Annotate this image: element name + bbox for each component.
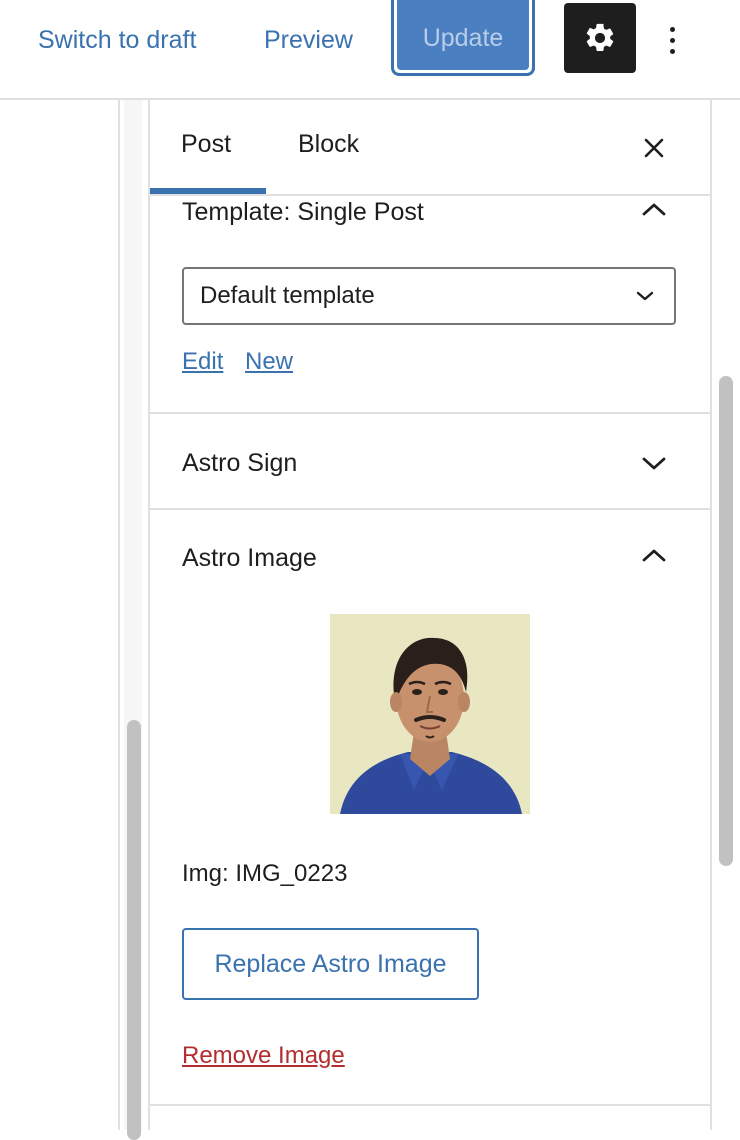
tab-post[interactable]: Post [181, 130, 231, 159]
panel-divider [150, 412, 710, 414]
editor-header-toolbar: Switch to draft Preview Update [0, 0, 740, 100]
active-tab-indicator [150, 188, 266, 194]
sidebar-tabs: Post Block [150, 100, 710, 196]
update-button[interactable]: Update [391, 0, 535, 76]
settings-sidebar: Post Block Template: Single Post Default… [150, 100, 710, 1130]
preview-button[interactable]: Preview [264, 22, 353, 58]
astro-image-panel-toggle[interactable] [639, 540, 669, 570]
template-panel-title[interactable]: Template: Single Post [182, 198, 424, 227]
close-sidebar-button[interactable] [636, 130, 672, 166]
panel-divider [150, 508, 710, 510]
astro-image-preview [330, 614, 530, 814]
template-select-value: Default template [200, 282, 375, 309]
astro-sign-panel-toggle[interactable] [639, 448, 669, 478]
edit-template-link[interactable]: Edit [182, 348, 223, 376]
template-select-chevron [630, 281, 660, 311]
template-select[interactable]: Default template [182, 267, 676, 325]
close-icon [644, 138, 664, 158]
chevron-down-icon [642, 457, 666, 470]
chevron-up-icon [642, 549, 666, 562]
chevron-up-icon [642, 203, 666, 216]
replace-astro-image-button[interactable]: Replace Astro Image [182, 928, 479, 1000]
switch-to-draft-button[interactable]: Switch to draft [38, 22, 196, 58]
remove-image-link[interactable]: Remove Image [182, 1042, 345, 1070]
divider [118, 100, 120, 1130]
kebab-dot [669, 48, 675, 54]
chevron-down-icon [636, 291, 654, 301]
tab-block[interactable]: Block [298, 130, 359, 159]
astro-image-filename: Img: IMG_0223 [182, 860, 348, 887]
new-template-link[interactable]: New [245, 348, 293, 376]
kebab-dot [669, 37, 675, 43]
editor-canvas [0, 100, 118, 1130]
sidebar-scrollbar-thumb[interactable] [719, 376, 733, 866]
template-panel-toggle[interactable] [639, 194, 669, 224]
astro-image-panel-title[interactable]: Astro Image [182, 544, 317, 573]
update-button-label: Update [397, 0, 529, 70]
person-photo [330, 614, 530, 814]
options-button[interactable] [654, 18, 690, 62]
astro-sign-panel-title[interactable]: Astro Sign [182, 449, 297, 478]
gear-icon [586, 23, 614, 52]
editor-scrollbar-thumb[interactable] [127, 720, 141, 1140]
kebab-menu-icon [669, 26, 675, 32]
divider [710, 100, 712, 1130]
panel-divider [150, 1104, 710, 1106]
settings-button[interactable] [564, 3, 636, 73]
